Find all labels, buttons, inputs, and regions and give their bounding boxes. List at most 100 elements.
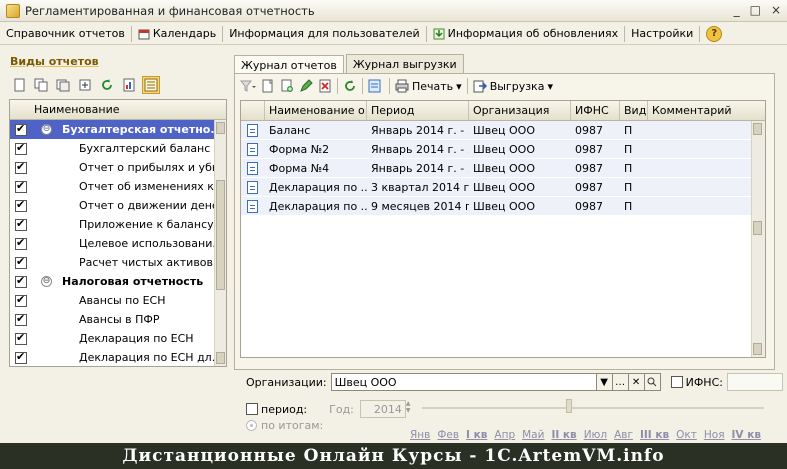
month-link[interactable]: Окт xyxy=(676,429,697,441)
refresh-button[interactable] xyxy=(343,79,357,93)
column-header-name[interactable]: Наименование о... xyxy=(265,101,367,120)
tree-item[interactable]: Авансы по ЕСН xyxy=(10,291,226,310)
month-link[interactable]: Июл xyxy=(584,429,607,441)
delete-button[interactable] xyxy=(318,79,332,93)
column-header-kind[interactable]: Вид xyxy=(620,101,648,120)
tree-item[interactable]: Отчет о прибылях и убы... xyxy=(10,158,226,177)
scroll-down-arrow[interactable] xyxy=(216,352,225,364)
edit-button[interactable] xyxy=(299,79,313,93)
period-slider-handle[interactable] xyxy=(566,399,572,413)
tab-reports-journal[interactable]: Журнал отчетов xyxy=(234,55,344,75)
scroll-up-arrow[interactable] xyxy=(216,122,225,134)
tree-item[interactable]: Бухгалтерский баланс (... xyxy=(10,139,226,158)
dropdown-arrow-icon[interactable]: ▼ xyxy=(596,373,613,391)
close-button[interactable]: × xyxy=(771,3,781,17)
ifns-input[interactable] xyxy=(726,373,783,391)
tree-column-header[interactable]: Наименование xyxy=(10,100,226,120)
quarter-link[interactable]: IV кв xyxy=(732,429,761,441)
tree-group-accounting[interactable]: ⊖ Бухгалтерская отчетно... xyxy=(10,120,226,139)
search-icon[interactable] xyxy=(644,373,661,391)
tab-export-journal[interactable]: Журнал выгрузки xyxy=(345,54,464,74)
column-header-ifns[interactable]: ИФНС xyxy=(571,101,620,120)
checkbox[interactable] xyxy=(15,331,27,345)
filter-button[interactable] xyxy=(240,79,256,93)
menu-update-info[interactable]: Информация об обновлениях xyxy=(427,23,625,45)
column-header-period[interactable]: Период xyxy=(367,101,469,120)
tree-item[interactable]: Авансы в ПФР xyxy=(10,310,226,329)
column-header-comment[interactable]: Комментарий xyxy=(648,101,753,120)
collapse-icon[interactable]: ⊖ xyxy=(41,276,52,287)
report-chart-icon[interactable] xyxy=(120,76,138,94)
expand-all-icon[interactable] xyxy=(76,76,94,94)
open-report-button[interactable] xyxy=(368,79,384,93)
quarter-link[interactable]: III кв xyxy=(640,429,669,441)
ellipsis-button[interactable]: … xyxy=(612,373,629,391)
totals-option[interactable]: по итогам: xyxy=(246,419,323,432)
add-button[interactable] xyxy=(261,79,275,93)
period-slider-track[interactable] xyxy=(422,407,764,409)
quarter-link[interactable]: II кв xyxy=(551,429,576,441)
tree-scrollbar[interactable] xyxy=(214,120,226,366)
tree-item[interactable]: Декларация по ЕСН дл... xyxy=(10,348,226,366)
radio-button[interactable] xyxy=(246,420,257,431)
checkbox[interactable] xyxy=(15,141,27,155)
checkbox[interactable] xyxy=(15,255,27,269)
period-checkbox[interactable] xyxy=(246,403,258,415)
tree-item[interactable]: Приложение к балансу (... xyxy=(10,215,226,234)
tree-item[interactable]: Отчет об изменениях ка... xyxy=(10,177,226,196)
collapse-icon[interactable]: ⊖ xyxy=(41,124,52,135)
table-row[interactable]: Баланс Январь 2014 г. - ... Швец ООО 098… xyxy=(241,121,765,140)
table-row[interactable]: Форма №4 Январь 2014 г. - ... Швец ООО 0… xyxy=(241,159,765,178)
ifns-checkbox[interactable] xyxy=(670,376,683,388)
checkbox[interactable] xyxy=(15,274,27,288)
column-header-organization[interactable]: Организация xyxy=(469,101,571,120)
menu-settings[interactable]: Настройки xyxy=(625,23,699,45)
tree-item[interactable]: Расчет чистых активов xyxy=(10,253,226,272)
menu-user-info[interactable]: Информация для пользователей xyxy=(223,23,425,45)
tree-view-icon[interactable] xyxy=(142,76,160,94)
menu-calendar[interactable]: Календарь xyxy=(132,23,222,45)
refresh-icon[interactable] xyxy=(98,76,116,94)
month-link[interactable]: Май xyxy=(522,429,544,441)
checkbox[interactable] xyxy=(15,160,27,174)
checkbox[interactable] xyxy=(15,350,27,364)
new-doc-icon[interactable] xyxy=(10,76,28,94)
table-row[interactable]: Декларация по ... 3 квартал 2014 г. Швец… xyxy=(241,178,765,197)
clear-icon[interactable]: ✕ xyxy=(628,373,645,391)
checkbox[interactable] xyxy=(15,312,27,326)
tree-item[interactable]: Декларация по ЕСН xyxy=(10,329,226,348)
month-link[interactable]: Авг xyxy=(614,429,633,441)
checkbox[interactable] xyxy=(15,236,27,250)
tree-item[interactable]: Отчет о движении дене... xyxy=(10,196,226,215)
month-link[interactable]: Апр xyxy=(494,429,515,441)
minimize-button[interactable]: _ xyxy=(734,3,740,17)
year-input[interactable]: 2014 xyxy=(359,400,406,418)
grid-scrollbar[interactable] xyxy=(751,121,765,357)
organization-input[interactable]: Швец ООО xyxy=(330,373,597,391)
year-spinner[interactable]: ▲ ▼ xyxy=(406,400,416,418)
menu-reports-directory[interactable]: Справочник отчетов xyxy=(0,23,131,45)
month-link[interactable]: Янв xyxy=(410,429,430,441)
scroll-down-arrow[interactable] xyxy=(753,343,762,355)
checkbox[interactable] xyxy=(15,293,27,307)
table-row[interactable]: Форма №2 Январь 2014 г. - ... Швец ООО 0… xyxy=(241,140,765,159)
scrollbar-thumb[interactable] xyxy=(753,221,762,235)
checkbox[interactable] xyxy=(15,198,27,212)
maximize-button[interactable]: □ xyxy=(750,3,761,17)
scroll-up-arrow[interactable] xyxy=(753,123,762,135)
tree-item[interactable]: Целевое использовани... xyxy=(10,234,226,253)
print-button[interactable]: Печать ▾ xyxy=(395,79,462,93)
table-row[interactable]: Декларация по ... 9 месяцев 2014 г. Швец… xyxy=(241,197,765,216)
checkbox[interactable] xyxy=(15,217,27,231)
scrollbar-thumb[interactable] xyxy=(216,180,225,290)
folder-copy-icon[interactable] xyxy=(54,76,72,94)
checkbox[interactable] xyxy=(15,179,27,193)
copy-add-button[interactable] xyxy=(280,79,294,93)
month-link[interactable]: Ноя xyxy=(704,429,725,441)
checkbox[interactable] xyxy=(15,122,27,136)
tree-group-tax[interactable]: ⊖ Налоговая отчетность xyxy=(10,272,226,291)
month-link[interactable]: Фев xyxy=(437,429,459,441)
quarter-link[interactable]: I кв xyxy=(466,429,487,441)
copy-icon[interactable] xyxy=(32,76,50,94)
export-button[interactable]: Выгрузка ▾ xyxy=(473,79,553,93)
